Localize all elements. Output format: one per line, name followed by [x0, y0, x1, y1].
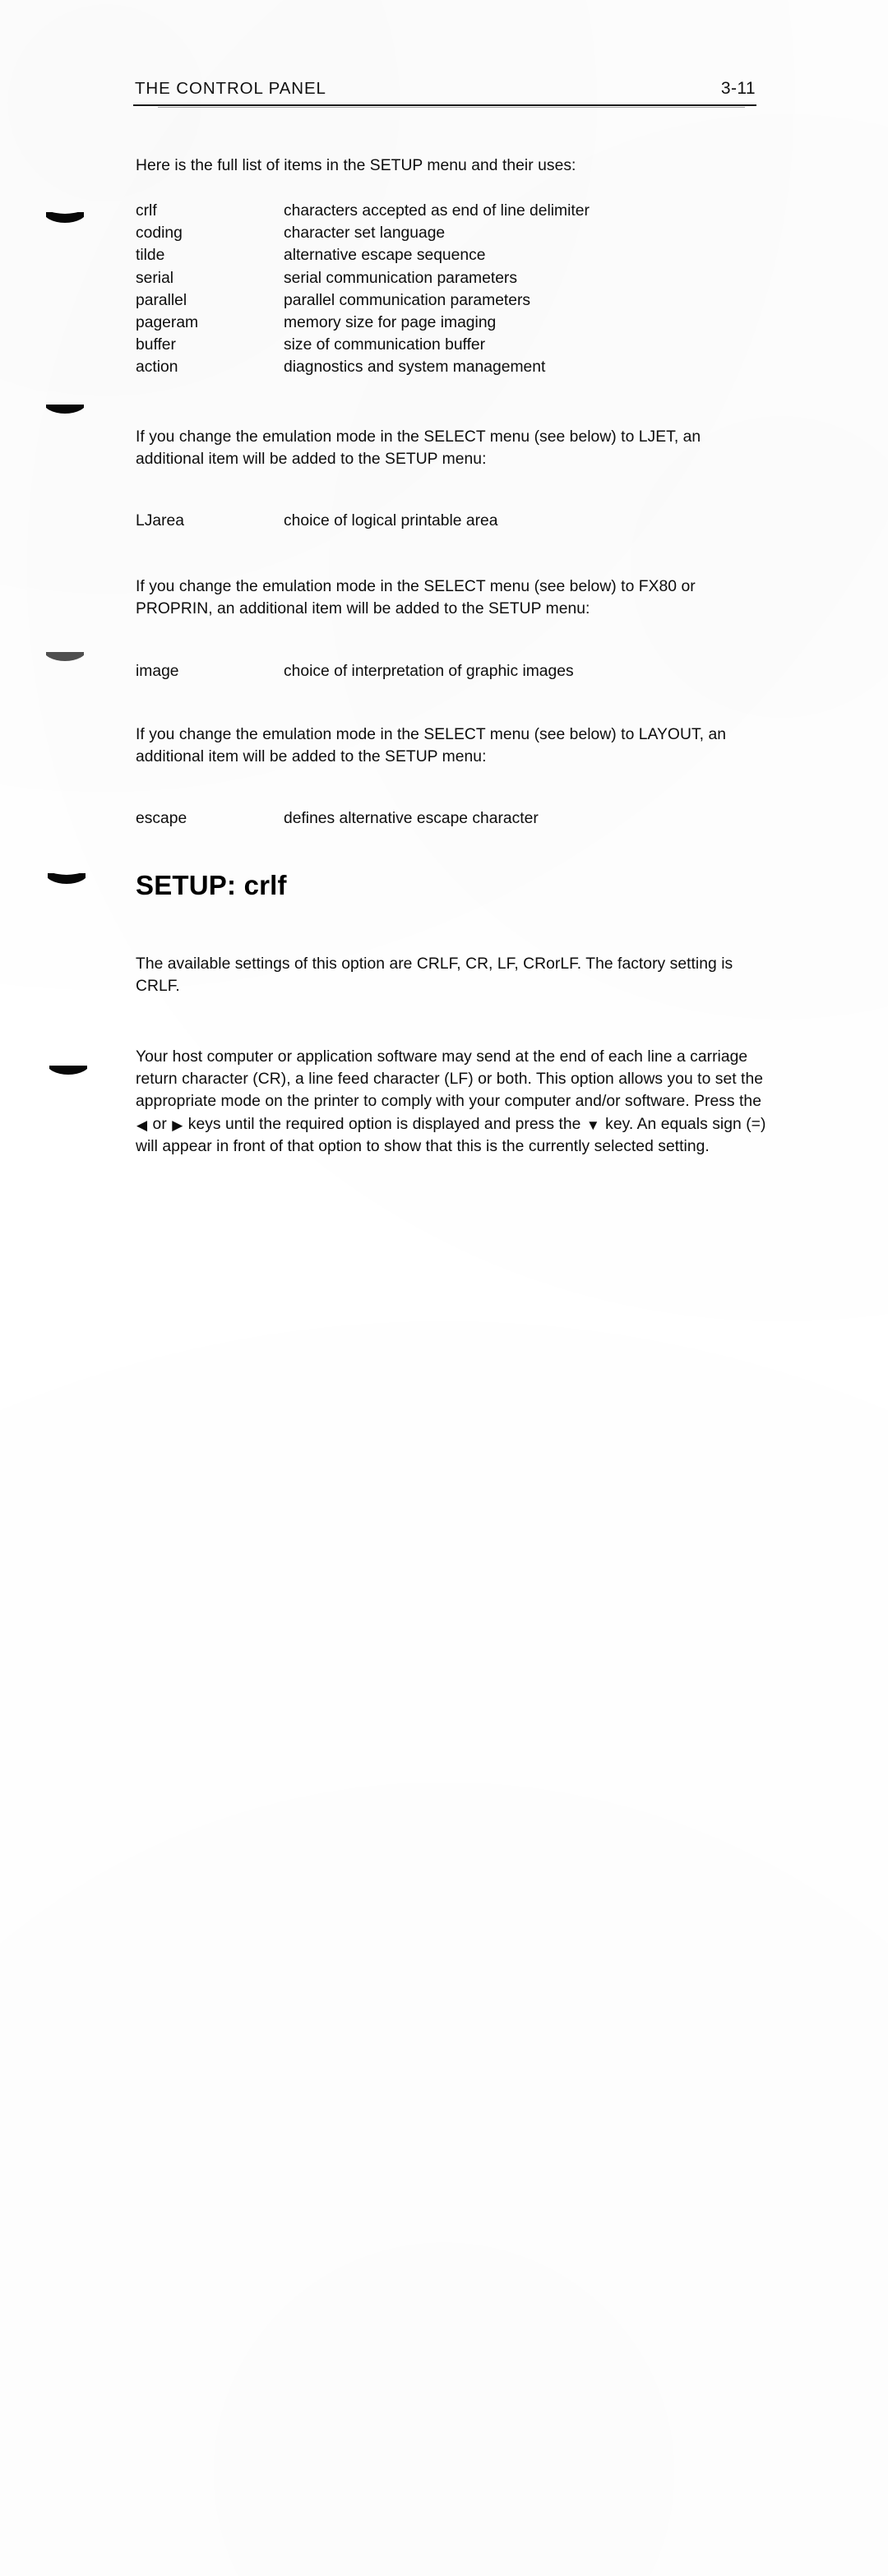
fx80-item-term: image: [136, 663, 179, 680]
setup-item-term: buffer: [136, 336, 176, 354]
setup-item-term: coding: [136, 224, 183, 243]
header-rule: [133, 104, 756, 106]
setup-item-desc: characters accepted as end of line delim…: [284, 202, 590, 220]
setup-item-desc: parallel communication parameters: [284, 291, 531, 309]
margin-scan-artifact: [46, 652, 84, 664]
setup-item-term: crlf: [136, 202, 157, 220]
margin-scan-artifact: [48, 873, 86, 890]
intro-paragraph: Here is the full list of items in the SE…: [136, 157, 576, 174]
available-settings-paragraph: The available settings of this option ar…: [136, 955, 733, 996]
setup-item-term: parallel: [136, 291, 187, 309]
setup-item-desc: diagnostics and system management: [284, 358, 546, 377]
page-number: 3-11: [720, 79, 756, 98]
explanation-text-part-1: Your host computer or application softwa…: [136, 1048, 763, 1111]
fx80-paragraph: If you change the emulation mode in the …: [136, 578, 696, 618]
layout-paragraph: If you change the emulation mode in the …: [136, 726, 727, 766]
setup-item-term: tilde: [136, 247, 165, 265]
setup-item-desc: alternative escape sequence: [284, 247, 486, 265]
explanation-text-part-2: or: [152, 1115, 172, 1133]
setup-item-desc: memory size for page imaging: [284, 313, 497, 331]
setup-item-term: action: [136, 358, 178, 377]
margin-scan-artifact: [46, 405, 84, 417]
document-page: THE CONTROL PANEL 3-11 Here is the full …: [0, 0, 888, 2576]
fx80-item-desc: choice of interpretation of graphic imag…: [284, 663, 574, 680]
explanation-text-part-3: keys until the required option is displa…: [187, 1115, 585, 1133]
right-arrow-key-icon: ▶: [172, 1117, 183, 1133]
ljet-item-desc: choice of logical printable area: [284, 512, 498, 530]
ljet-paragraph: If you change the emulation mode in the …: [136, 428, 701, 469]
setup-item-term: pageram: [136, 313, 199, 331]
setup-item-desc: serial communication parameters: [284, 269, 517, 287]
setup-item-term: serial: [136, 269, 174, 287]
crlf-explanation-paragraph: Your host computer or application softwa…: [136, 1046, 770, 1158]
setup-item-desc: size of communication buffer: [284, 336, 486, 354]
layout-item-term: escape: [136, 810, 187, 827]
margin-scan-artifact: [49, 1066, 87, 1078]
ljet-item-term: LJarea: [136, 512, 184, 530]
section-heading: SETUP: crlf: [136, 870, 287, 900]
header-rule-scan-ghost: [158, 107, 745, 108]
header-chapter-title: THE CONTROL PANEL: [135, 79, 326, 98]
left-arrow-key-icon: ◀: [136, 1117, 148, 1133]
layout-item-desc: defines alternative escape character: [284, 810, 539, 827]
page-header: THE CONTROL PANEL 3-11: [133, 79, 756, 112]
down-arrow-key-icon: ▼: [585, 1117, 600, 1133]
setup-item-desc: character set language: [284, 224, 446, 243]
margin-scan-artifact: [46, 212, 84, 229]
